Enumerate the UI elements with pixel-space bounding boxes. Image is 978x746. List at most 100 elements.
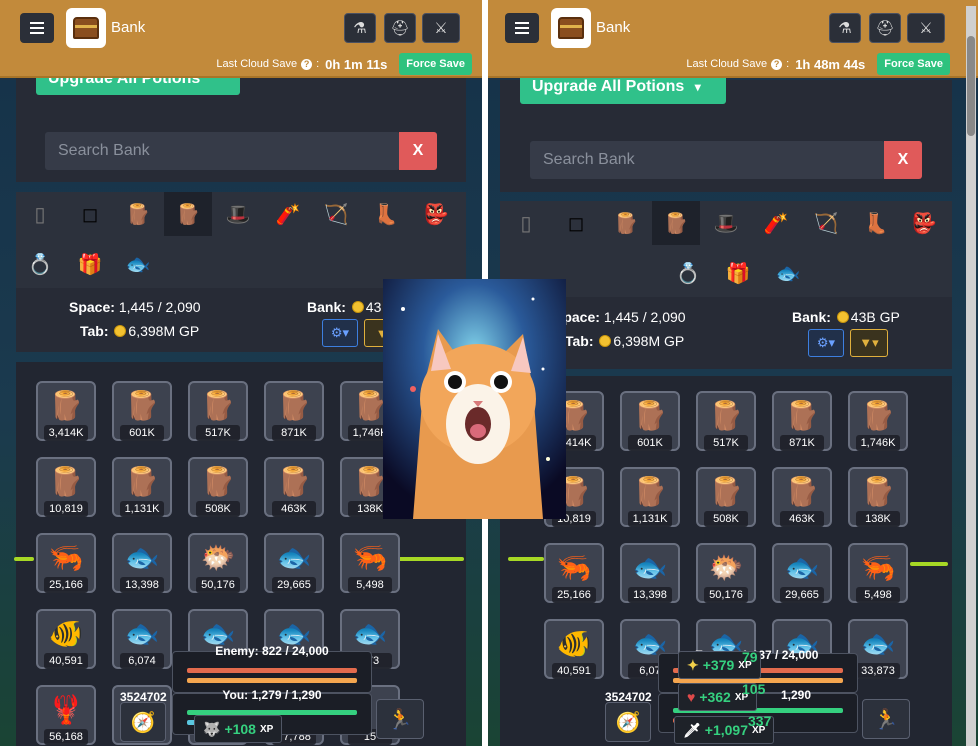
menu-button[interactable] bbox=[20, 13, 54, 43]
tab-goblin-icon[interactable]: 👺 bbox=[900, 201, 948, 245]
tab-boots-icon[interactable]: 👢 bbox=[852, 201, 900, 245]
tab-gift-icon[interactable]: 🎁 bbox=[66, 242, 114, 286]
bank-item[interactable]: 🐟 13,398 bbox=[620, 543, 680, 603]
item-icon: 🪵 bbox=[124, 390, 160, 421]
tab-log-icon[interactable]: 🪵 bbox=[114, 192, 162, 236]
bank-item[interactable]: 🪵 3,414K bbox=[36, 381, 96, 441]
search-clear-button[interactable]: X bbox=[399, 132, 437, 170]
search-clear-button[interactable]: X bbox=[884, 141, 922, 179]
item-icon: 🪵 bbox=[784, 476, 820, 507]
tab-empty-icon[interactable]: ▯ bbox=[16, 192, 64, 236]
bank-item[interactable]: 🪵 1,131K bbox=[112, 457, 172, 517]
tab-firework-icon[interactable]: 🧨 bbox=[752, 201, 800, 245]
tab-log-icon[interactable]: 🪵 bbox=[602, 201, 650, 245]
bank-item[interactable]: 🪵 517K bbox=[696, 391, 756, 451]
settings-dropdown-button[interactable]: ⚙▾ bbox=[322, 319, 358, 347]
bank-item[interactable]: 🪵 871K bbox=[264, 381, 324, 441]
bank-item[interactable]: 🐡 50,176 bbox=[188, 533, 248, 593]
tab-hat-icon[interactable]: 🎩 bbox=[702, 201, 750, 245]
item-icon: 🦐 bbox=[860, 552, 896, 583]
item-icon: 🪵 bbox=[124, 466, 160, 497]
item-icon: 🪵 bbox=[708, 476, 744, 507]
item-quantity: 6,074 bbox=[120, 653, 164, 669]
potion-icon[interactable]: ⚗ bbox=[344, 13, 376, 43]
bank-item[interactable]: 🪵 463K bbox=[264, 457, 324, 517]
hamburger-icon bbox=[515, 27, 529, 29]
run-icon[interactable]: 🏃 bbox=[862, 699, 910, 739]
tab-empty-icon[interactable]: ▯ bbox=[502, 201, 550, 245]
bank-item[interactable]: 🪵 138K bbox=[848, 467, 908, 527]
item-quantity: 463K bbox=[780, 511, 824, 527]
bank-item[interactable]: 🪵 601K bbox=[620, 391, 680, 451]
tab-fishbone-icon[interactable]: 🐟 bbox=[114, 242, 162, 286]
bank-item[interactable]: 🪵 601K bbox=[112, 381, 172, 441]
helmet-icon[interactable]: ⛑ bbox=[869, 13, 901, 43]
bank-item[interactable]: 🐟 29,665 bbox=[264, 533, 324, 593]
bank-item[interactable]: 🪵 1,131K bbox=[620, 467, 680, 527]
crossed-swords-icon[interactable]: ⚔ bbox=[422, 13, 460, 43]
item-icon: 🐟 bbox=[860, 628, 896, 659]
item-icon: 🐠 bbox=[48, 618, 84, 649]
bank-item[interactable]: 🐟 13,398 bbox=[112, 533, 172, 593]
item-icon: 🪵 bbox=[860, 400, 896, 431]
tab-hat-icon[interactable]: 🎩 bbox=[214, 192, 262, 236]
filter-button[interactable]: ▼▾ bbox=[850, 329, 888, 357]
sparkle-icon: ✦ bbox=[687, 656, 699, 673]
bank-item[interactable]: 🦐 5,498 bbox=[848, 543, 908, 603]
bank-item[interactable]: 🦐 25,166 bbox=[544, 543, 604, 603]
item-quantity: 29,665 bbox=[780, 587, 824, 603]
item-quantity: 5,498 bbox=[348, 577, 392, 593]
tab-square-icon[interactable]: ◻ bbox=[66, 192, 114, 236]
item-quantity: 56,168 bbox=[44, 729, 88, 745]
tab-gift-icon[interactable]: 🎁 bbox=[714, 251, 762, 295]
tab-fishbone-icon[interactable]: 🐟 bbox=[764, 251, 812, 295]
helmet-icon[interactable]: ⛑ bbox=[384, 13, 416, 43]
bank-item[interactable]: 🐡 50,176 bbox=[696, 543, 756, 603]
bank-item[interactable]: 🐟 6,074 bbox=[112, 609, 172, 669]
run-icon[interactable]: 🏃 bbox=[376, 699, 424, 739]
search-input[interactable]: Search Bank bbox=[530, 141, 885, 179]
item-quantity: 13,398 bbox=[628, 587, 672, 603]
bank-item[interactable]: 🪵 463K bbox=[772, 467, 832, 527]
bank-item[interactable]: 🪵 517K bbox=[188, 381, 248, 441]
tab-square-icon[interactable]: ◻ bbox=[552, 201, 600, 245]
bank-item[interactable]: 🦞 56,168 bbox=[36, 685, 96, 745]
bank-item[interactable]: 🐠 40,591 bbox=[36, 609, 96, 669]
scrollbar[interactable] bbox=[966, 6, 976, 746]
tab-ring-icon[interactable]: 💍 bbox=[16, 242, 64, 286]
tab-ring-icon[interactable]: 💍 bbox=[664, 251, 712, 295]
search-input[interactable]: Search Bank bbox=[45, 132, 400, 170]
cloud-save-row: Last Cloud Save ? : 0h 1m 11s Force Save bbox=[216, 53, 472, 75]
tab-arrows-icon[interactable]: 🏹 bbox=[802, 201, 850, 245]
tab-firework-icon[interactable]: 🧨 bbox=[264, 192, 312, 236]
potion-icon[interactable]: ⚗ bbox=[829, 13, 861, 43]
tab-goblin-icon[interactable]: 👺 bbox=[412, 192, 460, 236]
enemy-attack-bar bbox=[187, 678, 357, 683]
bank-item[interactable]: 🪵 508K bbox=[696, 467, 756, 527]
settings-dropdown-button[interactable]: ⚙▾ bbox=[808, 329, 844, 357]
crossed-swords-icon[interactable]: ⚔ bbox=[907, 13, 945, 43]
bank-item[interactable]: 🪵 871K bbox=[772, 391, 832, 451]
bank-item[interactable]: 🐟 29,665 bbox=[772, 543, 832, 603]
tab-logs-active-icon[interactable]: 🪵 bbox=[652, 201, 700, 245]
force-save-button[interactable]: Force Save bbox=[399, 53, 472, 75]
item-icon: 🪵 bbox=[276, 466, 312, 497]
compass-icon[interactable]: 🧭 bbox=[605, 702, 651, 742]
scrollbar-thumb[interactable] bbox=[967, 36, 975, 136]
bank-item[interactable]: 🪵 508K bbox=[188, 457, 248, 517]
help-icon[interactable]: ? bbox=[301, 58, 313, 70]
bank-item[interactable]: 🦐 25,166 bbox=[36, 533, 96, 593]
bank-item[interactable]: 🦐 5,498 bbox=[340, 533, 400, 593]
bank-item[interactable]: 🪵 1,746K bbox=[848, 391, 908, 451]
force-save-button[interactable]: Force Save bbox=[877, 53, 950, 75]
enemy-hp-bar bbox=[187, 668, 357, 673]
chest-icon bbox=[73, 17, 99, 39]
help-icon[interactable]: ? bbox=[771, 58, 783, 70]
tab-boots-icon[interactable]: 👢 bbox=[362, 192, 410, 236]
bank-item[interactable]: 🪵 10,819 bbox=[36, 457, 96, 517]
tab-logs-active-icon[interactable]: 🪵 bbox=[164, 192, 212, 236]
tab-arrows-icon[interactable]: 🏹 bbox=[312, 192, 360, 236]
compass-icon[interactable]: 🧭 bbox=[120, 702, 166, 742]
bank-item[interactable]: 🐠 40,591 bbox=[544, 619, 604, 679]
menu-button[interactable] bbox=[505, 13, 539, 43]
